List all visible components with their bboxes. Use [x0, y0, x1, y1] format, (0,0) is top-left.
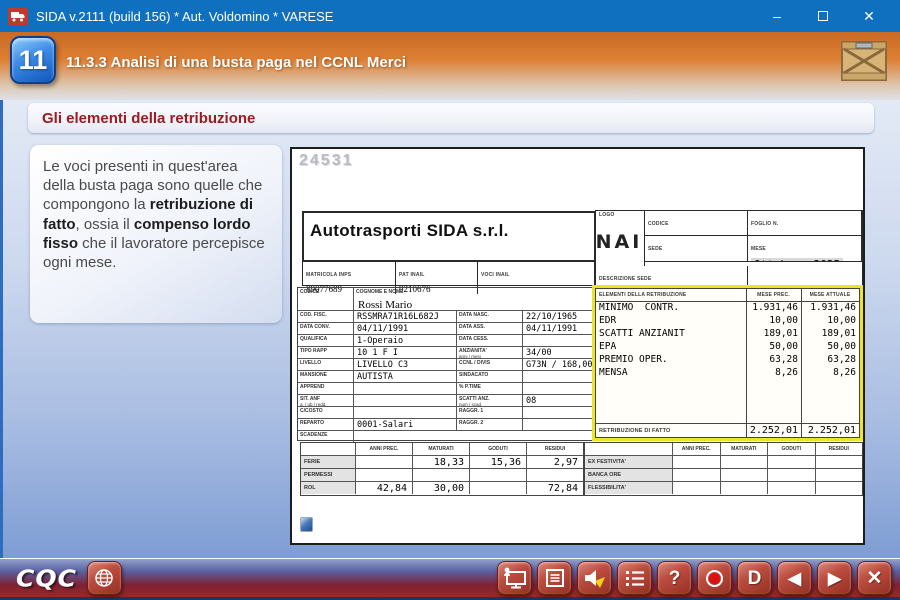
bottom-toolbar: CQC ? D ◀ ▶ ✕ [0, 558, 900, 600]
text-page-icon [545, 568, 565, 588]
list-icon [625, 569, 645, 587]
screen-person-icon [503, 567, 527, 589]
globe-icon [94, 568, 114, 588]
leave-table: ANNI PREC.MATURATIGODUTIRESIDUI FERIE18,… [300, 442, 584, 496]
payslip-number: 24531 [299, 152, 354, 170]
text-page-button[interactable] [537, 561, 572, 595]
crate-icon [840, 38, 888, 89]
speaker-icon [583, 567, 607, 589]
previous-button[interactable]: ◀ [777, 561, 812, 595]
dictionary-button[interactable]: D [737, 561, 772, 595]
screen-demo-button[interactable] [497, 561, 532, 595]
salary-item-row: MENSA8,268,26 [596, 367, 859, 380]
salary-item-row: PREMIO OPER.63,2863,28 [596, 354, 859, 367]
extra-row: EX FESTIVITA' [585, 455, 862, 468]
minimize-button[interactable]: – [754, 0, 800, 32]
salary-item-row: SCATTI ANZIANIT189,01189,01 [596, 328, 859, 341]
employee-name: Rossi Mario [354, 299, 412, 310]
lesson-paragraph: Le voci presenti in quest'area della bus… [43, 157, 270, 272]
content-area: Gli elementi della retribuzione Le voci … [0, 100, 900, 558]
payslip-image: 24531 Autotrasporti SIDA s.r.l. MATRICOL… [290, 147, 865, 545]
arrow-right-icon: ▶ [828, 570, 841, 587]
salary-elements-highlight: ELEMENTI DELLA RETRIBUZIONE MESE PREC. M… [592, 285, 863, 441]
app-window: SIDA v.2111 (build 156) * Aut. Voldomino… [0, 0, 900, 600]
maximize-icon [818, 11, 828, 21]
chapter-badge: 11 [10, 36, 56, 84]
salary-item-row: EDR10,0010,00 [596, 315, 859, 328]
record-button[interactable] [697, 561, 732, 595]
leave-row: FERIE18,3315,362,97 [301, 455, 583, 468]
close-icon: ✕ [867, 569, 883, 588]
document-app-icon [300, 517, 313, 532]
truck-app-icon [8, 8, 28, 25]
next-button[interactable]: ▶ [817, 561, 852, 595]
title-bar: SIDA v.2111 (build 156) * Aut. Voldomino… [0, 0, 900, 32]
maximize-button[interactable] [800, 0, 846, 32]
company-codes-row: MATRICOLA INPS89077689 PAT INAIL9210676 … [302, 262, 595, 286]
employee-data-grid: CODICE COGNOME E NOMERossi Mario COD. FI… [297, 287, 595, 441]
lesson-title: 11.3.3 Analisi di una busta paga nel CCN… [66, 54, 406, 71]
company-box: Autotrasporti SIDA s.r.l. [302, 211, 595, 262]
close-window-button[interactable]: ✕ [846, 0, 892, 32]
month-value: Ottobre 2025 [751, 258, 843, 262]
exit-button[interactable]: ✕ [857, 561, 892, 595]
help-button[interactable]: ? [657, 561, 692, 595]
company-name: Autotrasporti SIDA s.r.l. [310, 221, 509, 240]
lesson-text-panel: Le voci presenti in quest'area della bus… [30, 145, 282, 323]
window-title: SIDA v.2111 (build 156) * Aut. Voldomino… [36, 9, 333, 24]
arrow-left-icon: ◀ [788, 570, 801, 587]
index-list-button[interactable] [617, 561, 652, 595]
salary-elements-title: ELEMENTI DELLA RETRIBUZIONE [596, 292, 746, 298]
letter-d-icon: D [748, 569, 762, 588]
record-icon [706, 570, 723, 587]
salary-item-row: EPA50,0050,00 [596, 341, 859, 354]
lesson-header: 11 11.3.3 Analisi di una busta paga nel … [0, 32, 900, 100]
section-heading-bar: Gli elementi della retribuzione [28, 103, 874, 133]
salary-item-row: MINIMO CONTR.1.931,461.931,46 [596, 302, 859, 315]
question-icon: ? [669, 569, 681, 588]
extra-hours-table: ANNI PREC.MATURATIGODUTIRESIDUI EX FESTI… [584, 442, 863, 496]
section-heading: Gli elementi della retribuzione [42, 110, 255, 127]
globe-button[interactable] [87, 561, 122, 595]
leave-row: PERMESSI [301, 468, 583, 481]
cqc-logo: CQC [16, 565, 77, 592]
payslip-header-grid: CODICE FOGLIO N. LOGO INAIL SEDE MESEOtt… [595, 210, 863, 286]
extra-row: FLESSIBILITA' [585, 481, 862, 494]
inail-logo: INAIL [599, 218, 644, 266]
leave-row: ROL42,8430,0072,84 [301, 481, 583, 494]
extra-row: BANCA ORE [585, 468, 862, 481]
audio-button[interactable] [577, 561, 612, 595]
salary-total-row: RETRIBUZIONE DI FATTO 2.252,01 2.252,01 [596, 423, 859, 437]
